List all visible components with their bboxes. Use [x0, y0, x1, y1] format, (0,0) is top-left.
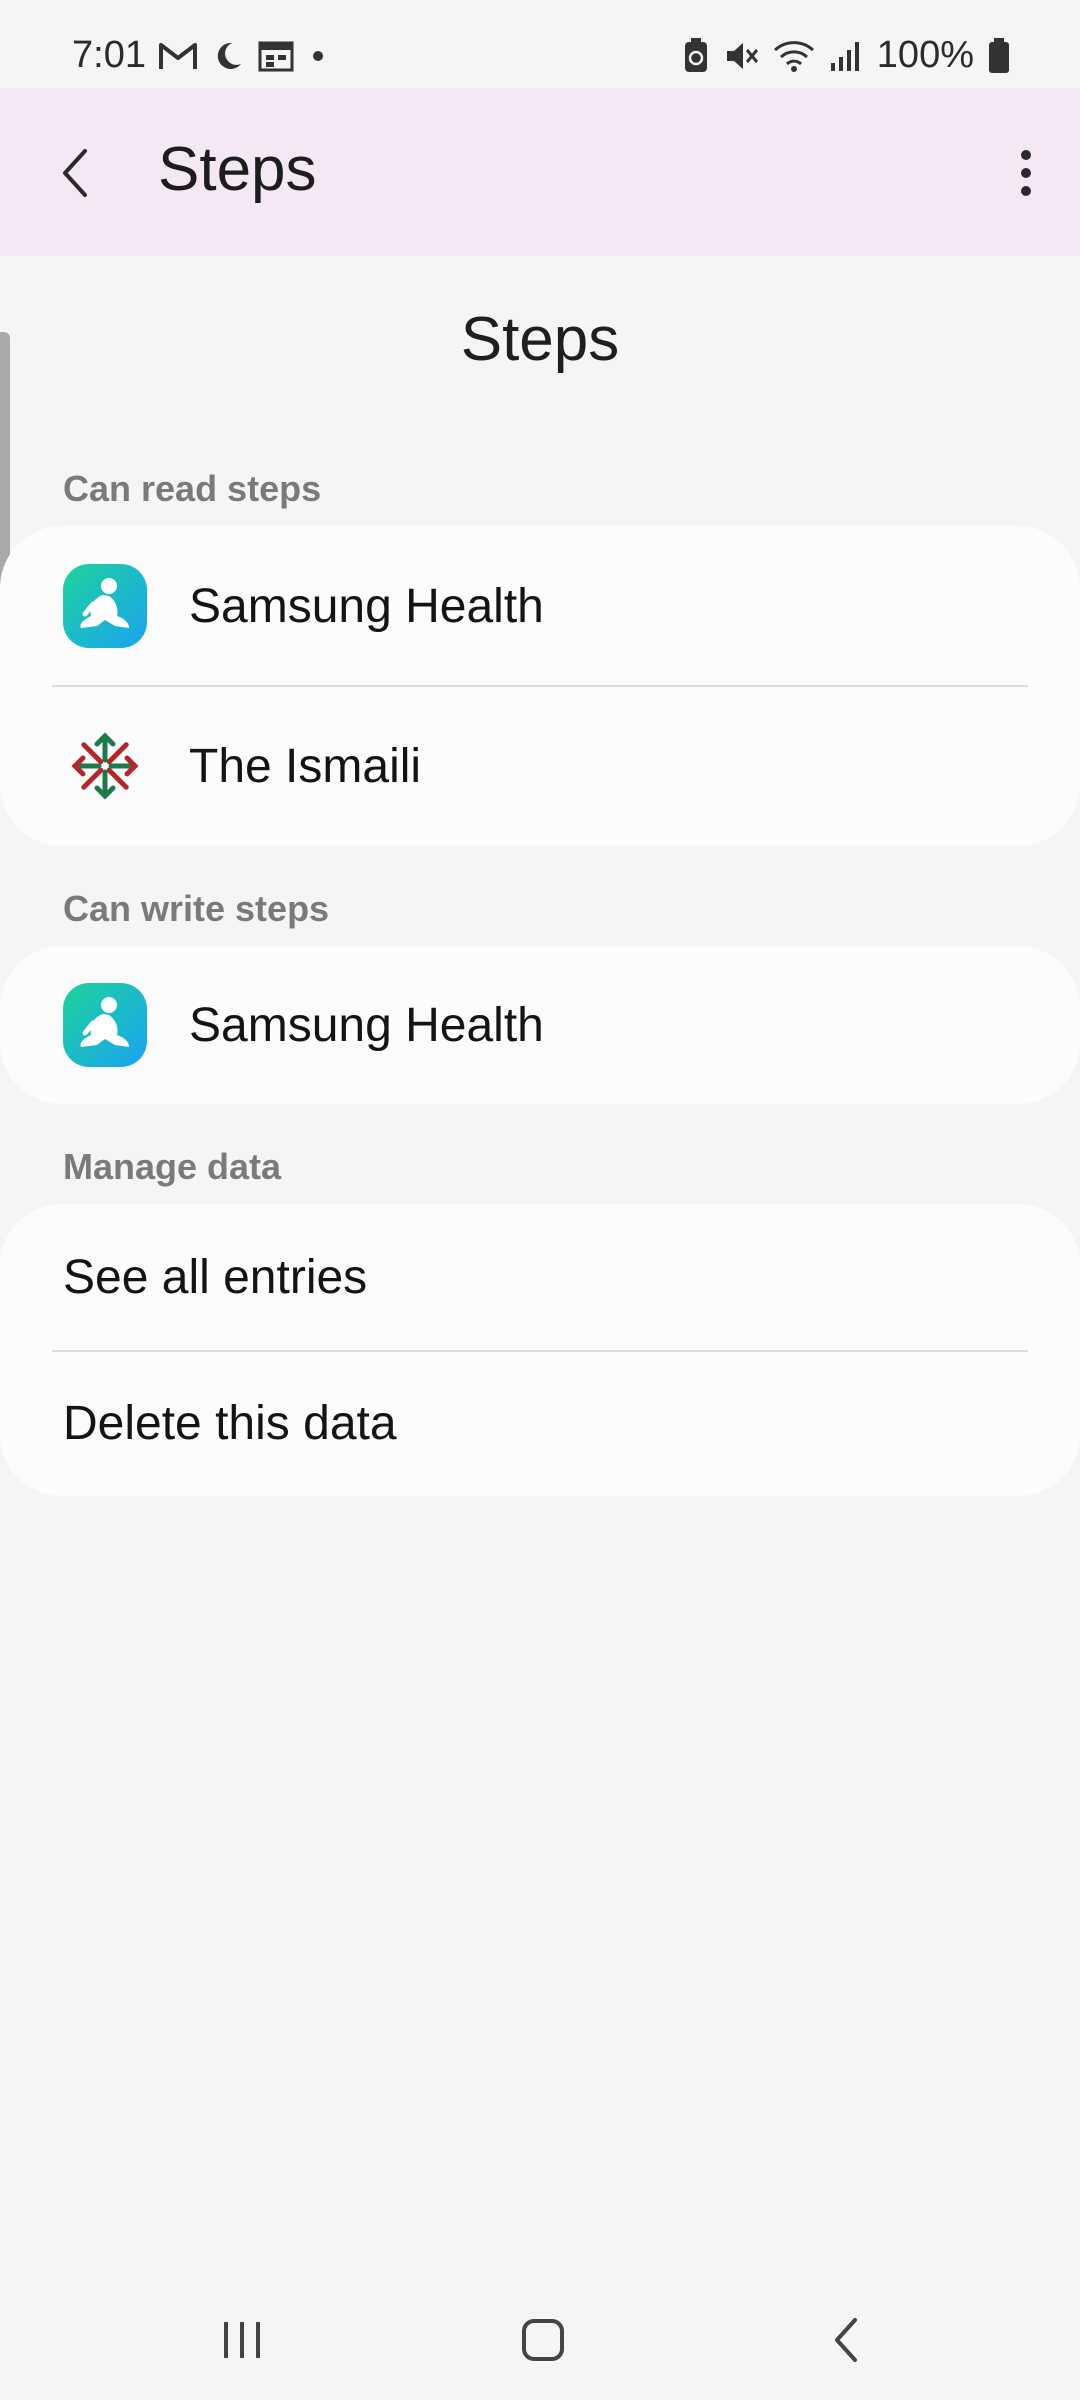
gmail-icon — [159, 43, 197, 69]
see-all-entries-item[interactable]: See all entries — [0, 1204, 1080, 1350]
battery-icon — [989, 37, 1009, 73]
see-all-entries-label: See all entries — [63, 1250, 368, 1304]
list-item-samsung-health-write[interactable]: Samsung Health — [0, 946, 1080, 1104]
list-item-ismaili-read[interactable]: The Ismaili — [0, 686, 1080, 846]
read-apps-card: Samsung Health The Ismaili — [0, 526, 1080, 846]
more-vertical-icon — [1021, 150, 1031, 196]
app-bar: Steps — [0, 88, 1080, 256]
wifi-icon — [773, 40, 814, 72]
home-icon — [522, 2319, 564, 2361]
list-item-samsung-health-read[interactable]: Samsung Health — [0, 526, 1080, 686]
battery-saver-icon — [684, 37, 707, 72]
dot-icon — [313, 51, 323, 61]
section-label-manage: Manage data — [63, 1146, 282, 1187]
back-button[interactable] — [40, 138, 110, 208]
section-label-write: Can write steps — [63, 888, 330, 929]
write-apps-card: Samsung Health — [0, 946, 1080, 1104]
status-bar: 7:01 100% — [0, 0, 1080, 88]
chevron-left-icon — [63, 149, 87, 197]
status-left-icons — [158, 40, 328, 72]
samsung-health-icon — [63, 983, 147, 1067]
signal-icon — [830, 41, 859, 71]
moon-icon — [217, 42, 241, 69]
mute-icon — [726, 42, 758, 69]
app-name: Samsung Health — [189, 579, 544, 633]
navigation-bar — [0, 2280, 1080, 2400]
status-right-icons: 100% — [683, 34, 1010, 77]
manage-data-card: See all entries Delete this data — [0, 1204, 1080, 1496]
back-icon — [835, 2318, 857, 2362]
recents-button[interactable] — [182, 2300, 302, 2380]
more-options-button[interactable] — [996, 138, 1056, 208]
app-name: The Ismaili — [189, 739, 422, 793]
section-label-read: Can read steps — [63, 468, 322, 509]
home-button[interactable] — [483, 2300, 603, 2380]
samsung-health-icon — [63, 564, 147, 648]
status-time: 7:01 — [72, 34, 146, 76]
nav-back-button[interactable] — [787, 2300, 907, 2380]
page-heading: Steps — [460, 305, 620, 374]
delete-data-item[interactable]: Delete this data — [0, 1350, 1080, 1496]
recents-icon — [224, 2322, 260, 2358]
battery-percent: 100% — [876, 34, 974, 76]
calendar-icon — [258, 41, 294, 72]
app-bar-title: Steps — [158, 135, 317, 204]
delete-data-label: Delete this data — [63, 1396, 397, 1450]
ismaili-icon — [63, 724, 147, 808]
app-name: Samsung Health — [189, 998, 544, 1052]
